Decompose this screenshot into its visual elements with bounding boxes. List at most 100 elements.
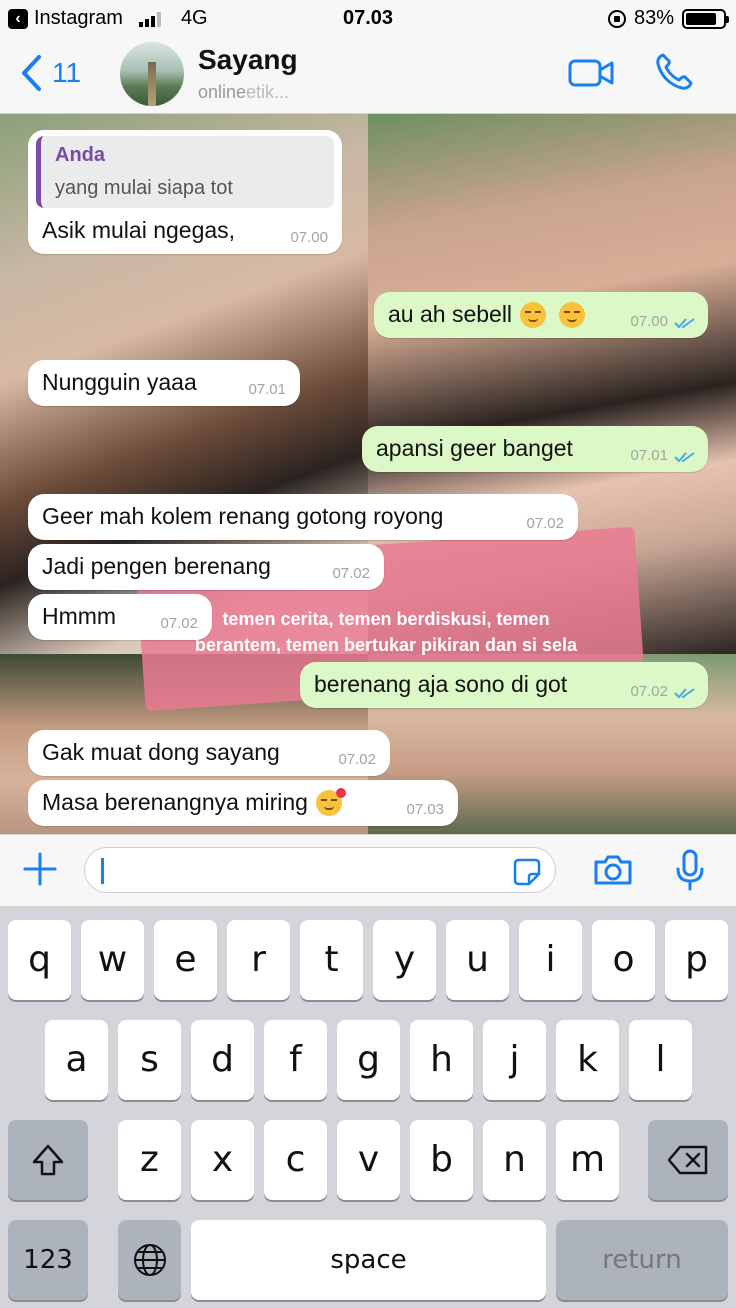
key-label: h — [430, 1039, 453, 1080]
message-time: 07.00 — [290, 229, 328, 247]
key-label: i — [545, 939, 556, 980]
key-g[interactable]: g — [337, 1020, 400, 1100]
key-label: s — [140, 1039, 159, 1080]
plus-icon[interactable] — [22, 851, 58, 887]
shift-icon — [32, 1144, 64, 1176]
key-k[interactable]: k — [556, 1020, 619, 1100]
key-label: y — [393, 939, 416, 980]
key-f[interactable]: f — [264, 1020, 327, 1100]
message-text: au ah sebell — [388, 301, 513, 328]
key-label: x — [211, 1139, 234, 1180]
key-t[interactable]: t — [300, 920, 363, 1000]
key-a[interactable]: a — [45, 1020, 108, 1100]
space-key[interactable]: space — [191, 1220, 546, 1300]
chat-header: 11 Sayang onlineetik... — [0, 38, 736, 114]
key-label: n — [503, 1139, 526, 1180]
message-time: 07.00 — [630, 313, 668, 330]
key-b[interactable]: b — [410, 1120, 473, 1200]
status-bar: ‹ Instagram 4G 07.03 83% — [0, 0, 736, 38]
message-text: Hmmm — [42, 603, 117, 630]
read-ticks-icon — [674, 688, 695, 699]
back-button[interactable]: 11 — [20, 54, 81, 92]
numbers-key[interactable]: 123 — [8, 1220, 88, 1300]
camera-icon[interactable] — [592, 853, 634, 887]
battery-percent: 83% — [633, 7, 674, 29]
space-key-label: space — [330, 1245, 407, 1275]
key-s[interactable]: s — [118, 1020, 181, 1100]
chat-area[interactable]: temen cerita, temen berdiskusi, temen be… — [0, 114, 736, 834]
globe-key[interactable] — [118, 1220, 181, 1300]
message-bubble[interactable]: Masa berenangnya miring 07.03 — [28, 780, 458, 826]
key-q[interactable]: q — [8, 920, 71, 1000]
key-label: p — [685, 939, 708, 980]
key-z[interactable]: z — [118, 1120, 181, 1200]
return-key-label: return — [602, 1245, 682, 1275]
key-p[interactable]: p — [665, 920, 728, 1000]
sticker-icon[interactable] — [511, 856, 543, 888]
key-o[interactable]: o — [592, 920, 655, 1000]
message-bubble[interactable]: au ah sebell 07.00 — [374, 292, 708, 338]
read-ticks-icon — [674, 318, 695, 329]
key-label: t — [324, 939, 339, 980]
message-bubble[interactable]: berenang aja sono di got 07.02 — [300, 662, 708, 708]
key-label: e — [174, 939, 197, 980]
contact-name[interactable]: Sayang — [198, 44, 298, 76]
key-label: l — [655, 1039, 666, 1080]
key-l[interactable]: l — [629, 1020, 692, 1100]
message-bubble[interactable]: apansi geer banget 07.01 — [362, 426, 708, 472]
key-label: g — [357, 1039, 380, 1080]
globe-icon — [133, 1244, 166, 1276]
phone-icon[interactable] — [654, 52, 694, 92]
message-bubble[interactable]: Hmmm 07.02 — [28, 594, 212, 640]
key-v[interactable]: v — [337, 1120, 400, 1200]
rotation-lock-icon — [607, 9, 626, 28]
key-label: q — [28, 939, 51, 980]
return-key[interactable]: return — [556, 1220, 728, 1300]
wallpaper-caption: temen cerita, temen berdiskusi, temen be… — [194, 609, 578, 655]
status-online: online — [198, 82, 247, 102]
quote-author: Anda — [55, 144, 105, 166]
key-n[interactable]: n — [483, 1120, 546, 1200]
key-j[interactable]: j — [483, 1020, 546, 1100]
key-e[interactable]: e — [154, 920, 217, 1000]
key-w[interactable]: w — [81, 920, 144, 1000]
key-x[interactable]: x — [191, 1120, 254, 1200]
key-label: r — [251, 939, 266, 980]
status-right: 83% — [607, 7, 729, 30]
battery-icon — [682, 8, 729, 29]
shift-key[interactable] — [8, 1120, 88, 1200]
kiss-emoji-icon — [316, 787, 347, 816]
microphone-icon[interactable] — [674, 849, 706, 891]
key-c[interactable]: c — [264, 1120, 327, 1200]
smirk-emoji-icon — [558, 301, 585, 328]
message-bubble[interactable]: Nungguin yaaa 07.01 — [28, 360, 300, 406]
video-call-icon[interactable] — [568, 58, 614, 88]
key-u[interactable]: u — [446, 920, 509, 1000]
message-bubble[interactable]: Geer mah kolem renang gotong royong 07.0… — [28, 494, 578, 540]
message-bubble[interactable]: Anda yang mulai siapa tot Asik mulai nge… — [28, 130, 342, 255]
message-text: Jadi pengen berenang — [42, 553, 271, 580]
message-input[interactable] — [84, 847, 556, 893]
text-caret — [101, 858, 104, 884]
chevron-left-icon — [22, 55, 41, 91]
message-text: Nungguin yaaa — [42, 369, 197, 396]
key-h[interactable]: h — [410, 1020, 473, 1100]
key-d[interactable]: d — [191, 1020, 254, 1100]
contact-status: onlineetik... — [198, 82, 289, 103]
key-i[interactable]: i — [519, 920, 582, 1000]
key-label: d — [211, 1039, 234, 1080]
key-m[interactable]: m — [556, 1120, 619, 1200]
message-bubble[interactable]: Gak muat dong sayang 07.02 — [28, 730, 390, 776]
avatar[interactable] — [120, 42, 184, 106]
keyboard: q w e r t y u i o p a s d f g h j k l z … — [0, 906, 736, 1308]
message-text: berenang aja sono di got — [314, 671, 568, 698]
quoted-message[interactable]: Anda yang mulai siapa tot — [36, 136, 334, 208]
smirk-emoji-icon — [520, 301, 547, 328]
message-bubble[interactable]: Jadi pengen berenang 07.02 — [28, 544, 384, 590]
backspace-key[interactable] — [648, 1120, 728, 1200]
key-y[interactable]: y — [373, 920, 436, 1000]
key-r[interactable]: r — [227, 920, 290, 1000]
key-label: k — [577, 1039, 598, 1080]
key-label: z — [140, 1139, 159, 1180]
key-label: m — [569, 1139, 606, 1180]
